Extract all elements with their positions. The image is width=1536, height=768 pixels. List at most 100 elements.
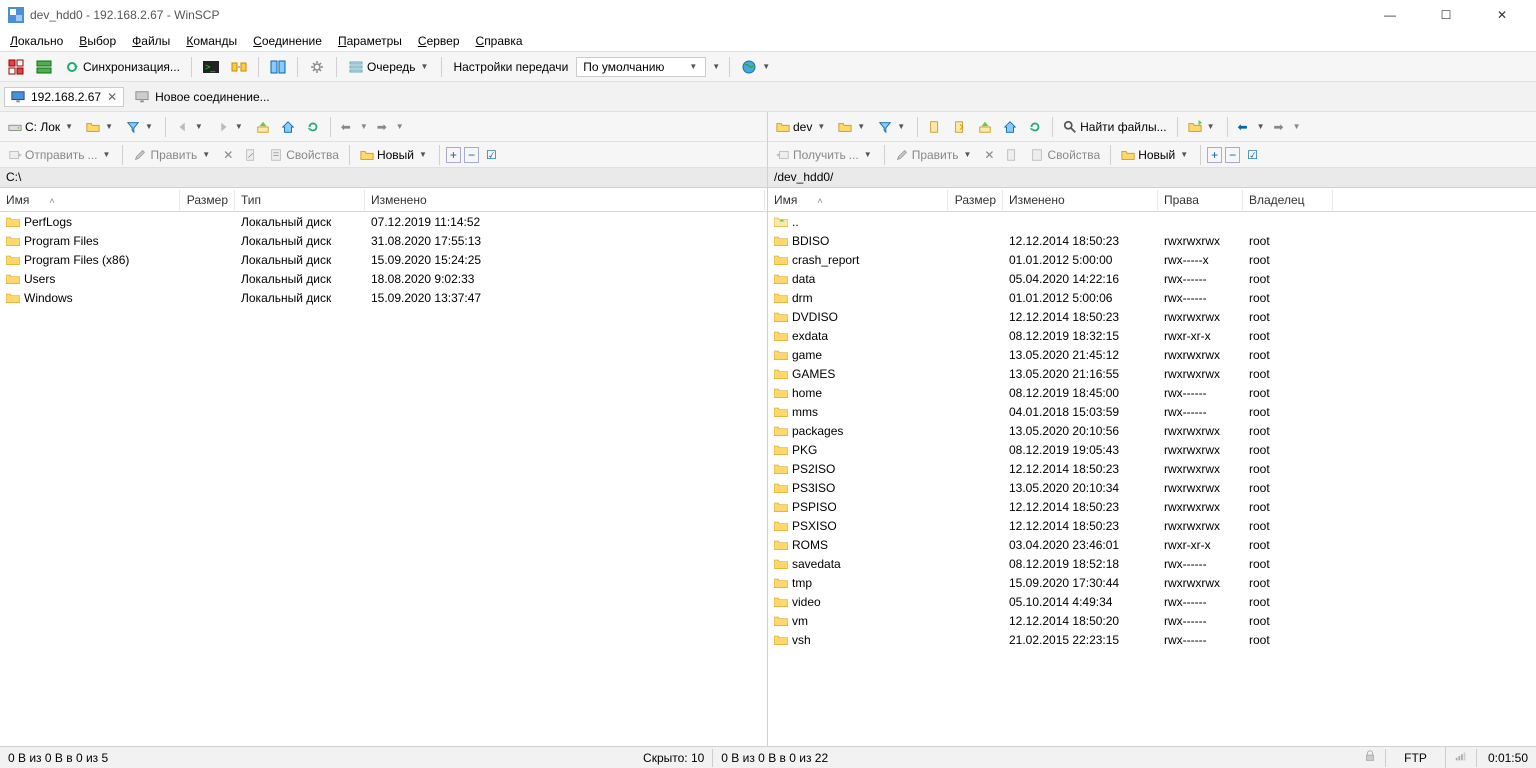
session-tab-active[interactable]: 192.168.2.67 ✕ <box>4 87 124 107</box>
column-header[interactable]: Тип <box>235 190 365 210</box>
column-header[interactable]: Имя˄ <box>0 190 180 210</box>
table-row[interactable]: data05.04.2020 14:22:16rwx------root <box>768 269 1536 288</box>
delete-icon[interactable]: ✕ <box>980 146 998 164</box>
table-row[interactable]: PSXISO12.12.2014 18:50:23rwxrwxrwxroot <box>768 516 1536 535</box>
column-header[interactable]: Имя˄ <box>768 190 948 210</box>
table-row[interactable]: vm12.12.2014 18:50:20rwx------root <box>768 611 1536 630</box>
remote-drive-button[interactable]: dev ▼ <box>772 118 831 136</box>
commander-layout-icon[interactable] <box>32 57 56 77</box>
explorer-layout-icon[interactable] <box>4 57 28 77</box>
table-row[interactable]: savedata08.12.2019 18:52:18rwx------root <box>768 554 1536 573</box>
console-icon[interactable]: >_ <box>199 57 223 77</box>
table-row[interactable]: .. <box>768 212 1536 231</box>
maximize-button[interactable]: ☐ <box>1428 8 1464 22</box>
mirror-icon[interactable] <box>227 57 251 77</box>
send-button[interactable]: Отправить... ▼ <box>4 146 116 164</box>
menu-item[interactable]: Соединение <box>247 32 328 50</box>
close-button[interactable]: ✕ <box>1484 8 1520 22</box>
forward-icon[interactable]: ▼ <box>212 118 249 136</box>
up-icon[interactable] <box>252 118 274 136</box>
table-row[interactable]: drm01.01.2012 5:00:06rwx------root <box>768 288 1536 307</box>
menu-item[interactable]: Выбор <box>73 32 122 50</box>
new-button[interactable]: Новый ▼ <box>1117 146 1194 164</box>
minimize-button[interactable]: ― <box>1372 8 1408 22</box>
nav-left-icon[interactable]: ⬅ <box>337 118 355 136</box>
nav-right-icon[interactable]: ➡ <box>1270 118 1288 136</box>
local-path[interactable]: C:\ <box>0 168 767 188</box>
table-row[interactable]: mms04.01.2018 15:03:59rwx------root <box>768 402 1536 421</box>
menu-item[interactable]: Справка <box>470 32 529 50</box>
table-row[interactable]: ROMS03.04.2020 23:46:01rwxr-xr-xroot <box>768 535 1536 554</box>
refresh-icon[interactable] <box>302 118 324 136</box>
home-icon[interactable] <box>999 118 1021 136</box>
back-icon[interactable]: ▼ <box>172 118 209 136</box>
up-icon[interactable] <box>974 118 996 136</box>
settings-icon[interactable] <box>305 57 329 77</box>
table-row[interactable]: PerfLogsЛокальный диск07.12.2019 11:14:5… <box>0 212 767 231</box>
remote-path[interactable]: /dev_hdd0/ <box>768 168 1536 188</box>
new-button[interactable]: Новый ▼ <box>356 146 433 164</box>
column-header[interactable]: Владелец <box>1243 190 1333 210</box>
refresh-icon[interactable] <box>1024 118 1046 136</box>
get-button[interactable]: Получить... ▼ <box>772 146 878 164</box>
queue-button[interactable]: Очередь ▼ <box>344 57 435 77</box>
table-row[interactable]: DVDISO12.12.2014 18:50:23rwxrwxrwxroot <box>768 307 1536 326</box>
table-row[interactable]: PKG08.12.2019 19:05:43rwxrwxrwxroot <box>768 440 1536 459</box>
menu-item[interactable]: Локально <box>4 32 69 50</box>
properties-button[interactable]: Свойства <box>1026 146 1104 164</box>
sync-button[interactable]: Синхронизация... <box>60 57 184 77</box>
menu-item[interactable]: Команды <box>180 32 243 50</box>
new-session-tab[interactable]: Новое соединение... <box>128 87 277 107</box>
filter-icon[interactable]: ▼ <box>874 118 911 136</box>
nav-left-icon[interactable]: ⬅ <box>1234 118 1252 136</box>
edit-button[interactable]: Править ▼ <box>891 146 978 164</box>
edit-doc-icon[interactable] <box>1001 146 1023 164</box>
table-row[interactable]: WindowsЛокальный диск15.09.2020 13:37:47 <box>0 288 767 307</box>
remote-file-list[interactable]: Имя˄РазмерИзмененоПраваВладелец ..BDISO1… <box>768 188 1536 746</box>
table-row[interactable]: exdata08.12.2019 18:32:15rwxr-xr-xroot <box>768 326 1536 345</box>
table-row[interactable]: PS3ISO13.05.2020 20:10:34rwxrwxrwxroot <box>768 478 1536 497</box>
table-row[interactable]: UsersЛокальный диск18.08.2020 9:02:33 <box>0 269 767 288</box>
globe-icon[interactable]: ▼ <box>737 57 776 77</box>
table-row[interactable]: crash_report01.01.2012 5:00:00rwx-----xr… <box>768 250 1536 269</box>
folder-to-icon[interactable]: ▼ <box>1184 118 1221 136</box>
close-tab-button[interactable]: ✕ <box>107 90 117 104</box>
folder-open-icon[interactable]: ▼ <box>834 118 871 136</box>
compare-icon[interactable] <box>266 57 290 77</box>
column-header[interactable]: Изменено <box>365 190 765 210</box>
table-row[interactable]: GAMES13.05.2020 21:16:55rwxrwxrwxroot <box>768 364 1536 383</box>
transfer-settings-combo[interactable]: По умолчанию ▼ <box>576 57 706 77</box>
table-row[interactable]: packages13.05.2020 20:10:56rwxrwxrwxroot <box>768 421 1536 440</box>
table-row[interactable]: Program Files (x86)Локальный диск15.09.2… <box>0 250 767 269</box>
bookmark-edit-icon[interactable] <box>949 118 971 136</box>
column-header[interactable]: Изменено <box>1003 190 1158 210</box>
menu-item[interactable]: Файлы <box>126 32 176 50</box>
column-header[interactable]: Права <box>1158 190 1243 210</box>
check-icon[interactable]: ☑ <box>1243 146 1262 164</box>
table-row[interactable]: tmp15.09.2020 17:30:44rwxrwxrwxroot <box>768 573 1536 592</box>
table-row[interactable]: PSPISO12.12.2014 18:50:23rwxrwxrwxroot <box>768 497 1536 516</box>
home-icon[interactable] <box>277 118 299 136</box>
minus-icon[interactable]: − <box>1225 147 1240 163</box>
find-button[interactable]: Найти файлы... <box>1059 118 1170 136</box>
transfer-settings-menu[interactable]: ▼ <box>710 62 722 71</box>
nav-right-icon[interactable]: ➡ <box>373 118 391 136</box>
table-row[interactable]: video05.10.2014 4:49:34rwx------root <box>768 592 1536 611</box>
table-row[interactable]: game13.05.2020 21:45:12rwxrwxrwxroot <box>768 345 1536 364</box>
table-row[interactable]: vsh21.02.2015 22:23:15rwx------root <box>768 630 1536 649</box>
local-drive-button[interactable]: C: Лок ▼ <box>4 118 79 136</box>
edit-doc-icon[interactable] <box>240 146 262 164</box>
check-icon[interactable]: ☑ <box>482 146 501 164</box>
plus-icon[interactable]: + <box>1207 147 1222 163</box>
filter-icon[interactable]: ▼ <box>122 118 159 136</box>
properties-button[interactable]: Свойства <box>265 146 343 164</box>
delete-icon[interactable]: ✕ <box>219 146 237 164</box>
menu-item[interactable]: Параметры <box>332 32 408 50</box>
table-row[interactable]: BDISO12.12.2014 18:50:23rwxrwxrwxroot <box>768 231 1536 250</box>
column-header[interactable]: Размер <box>180 190 235 210</box>
edit-button[interactable]: Править ▼ <box>129 146 216 164</box>
plus-icon[interactable]: + <box>446 147 461 163</box>
menu-item[interactable]: Сервер <box>412 32 466 50</box>
minus-icon[interactable]: − <box>464 147 479 163</box>
table-row[interactable]: PS2ISO12.12.2014 18:50:23rwxrwxrwxroot <box>768 459 1536 478</box>
